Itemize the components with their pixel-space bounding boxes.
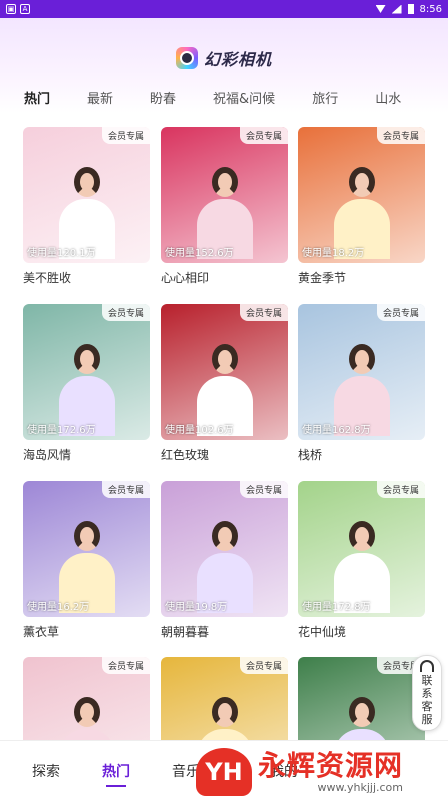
template-thumbnail: 会员专属使用量152.6万 xyxy=(161,127,288,263)
usage-count: 使用量102.6万 xyxy=(165,425,234,436)
app-name: 幻彩相机 xyxy=(203,50,272,69)
portrait-head xyxy=(73,167,100,197)
template-card[interactable]: 会员专属使用量172.6万海岛风情 xyxy=(23,304,150,463)
nav-item-1[interactable]: 热门 xyxy=(102,761,130,787)
usage-count: 使用量162.8万 xyxy=(302,425,371,436)
template-title: 海岛风情 xyxy=(23,448,72,462)
watermark-text: 永辉资源网 xyxy=(258,748,404,782)
template-title: 薰衣草 xyxy=(23,625,60,639)
wifi-icon xyxy=(375,5,386,13)
template-thumbnail: 会员专属使用量172.6万 xyxy=(23,304,150,440)
camera-logo-icon xyxy=(175,47,198,69)
template-card[interactable]: 会员专属使用量172.8万花中仙境 xyxy=(298,481,425,640)
tab-0[interactable]: 热门 xyxy=(24,88,51,108)
member-badge: 会员专属 xyxy=(376,481,425,498)
nav-item-0[interactable]: 探索 xyxy=(32,761,60,781)
watermark-url: www.yhkjjj.com xyxy=(317,780,404,794)
template-thumbnail: 会员专属使用量16.2万 xyxy=(23,481,150,617)
status-bar: ▣ A 8:56 xyxy=(0,0,448,18)
member-badge: 会员专属 xyxy=(101,481,150,498)
template-thumbnail: 会员专属使用量120.1万 xyxy=(23,127,150,263)
template-thumbnail: 会员专属使用量162.8万 xyxy=(298,304,425,440)
member-badge: 会员专属 xyxy=(376,127,425,144)
portrait-head xyxy=(211,697,238,727)
portrait-head xyxy=(211,521,238,551)
template-thumbnail: 会员专属使用量19.8万 xyxy=(161,481,288,617)
template-thumbnail: 会员专属使用量18.2万 xyxy=(298,127,425,263)
template-card[interactable]: 会员专属使用量120.1万美不胜收 xyxy=(23,127,150,286)
template-title: 黄金季节 xyxy=(298,271,347,285)
watermark-logo: YH xyxy=(196,748,252,796)
customer-service-label: 联系客服 xyxy=(421,674,433,726)
usage-count: 使用量120.1万 xyxy=(27,248,96,259)
member-badge: 会员专属 xyxy=(239,481,288,498)
member-badge: 会员专属 xyxy=(239,304,288,321)
template-card[interactable]: 会员专属使用量16.2万薰衣草 xyxy=(23,481,150,640)
template-card[interactable]: 会员专属使用量102.6万红色玫瑰 xyxy=(161,304,288,463)
category-tabs: 热门 最新 盼春 祝福&问候 旅行 山水 xyxy=(0,86,448,108)
member-badge: 会员专属 xyxy=(101,127,150,144)
template-card[interactable]: 会员专属使用量162.8万栈桥 xyxy=(298,304,425,463)
portrait-head xyxy=(211,344,238,374)
portrait-head xyxy=(348,697,375,727)
portrait-head xyxy=(211,167,238,197)
tab-2[interactable]: 盼春 xyxy=(150,88,176,107)
notification-icon: ▣ xyxy=(6,4,16,14)
template-title: 红色玫瑰 xyxy=(161,448,210,462)
template-thumbnail: 会员专属使用量172.8万 xyxy=(298,481,425,617)
member-badge: 会员专属 xyxy=(101,657,150,674)
signal-icon xyxy=(391,4,402,14)
usage-count: 使用量18.2万 xyxy=(302,248,365,259)
usage-count: 使用量16.2万 xyxy=(27,602,90,613)
template-title: 朝朝暮暮 xyxy=(161,625,210,639)
customer-service-button[interactable]: 联系客服 xyxy=(412,655,442,731)
app-notification-icon: A xyxy=(20,4,30,14)
tab-4[interactable]: 旅行 xyxy=(312,88,338,107)
template-card[interactable]: 会员专属使用量18.2万黄金季节 xyxy=(298,127,425,286)
status-time: 8:56 xyxy=(419,3,442,15)
usage-count: 使用量152.6万 xyxy=(165,248,234,259)
usage-count: 使用量172.6万 xyxy=(27,425,96,436)
tab-1[interactable]: 最新 xyxy=(87,88,113,107)
template-thumbnail: 会员专属使用量102.6万 xyxy=(161,304,288,440)
member-badge: 会员专属 xyxy=(376,304,425,321)
template-title: 花中仙境 xyxy=(298,625,347,639)
headset-icon xyxy=(420,660,434,672)
usage-count: 使用量19.8万 xyxy=(165,602,228,613)
template-title: 美不胜收 xyxy=(23,271,72,285)
status-icons-right: 8:56 xyxy=(375,3,442,15)
member-badge: 会员专属 xyxy=(239,127,288,144)
battery-icon xyxy=(407,4,414,14)
template-card[interactable]: 会员专属使用量152.6万心心相印 xyxy=(161,127,288,286)
member-badge: 会员专属 xyxy=(239,657,288,674)
usage-count: 使用量172.8万 xyxy=(302,602,371,613)
portrait-head xyxy=(73,344,100,374)
template-title: 栈桥 xyxy=(298,448,323,462)
portrait-head xyxy=(348,521,375,551)
portrait-head xyxy=(348,167,375,197)
template-card[interactable]: 会员专属使用量19.8万朝朝暮暮 xyxy=(161,481,288,640)
portrait-head xyxy=(348,344,375,374)
portrait-head xyxy=(73,697,100,727)
tab-5[interactable]: 山水 xyxy=(375,88,401,107)
template-title: 心心相印 xyxy=(161,271,210,285)
tab-3[interactable]: 祝福&问候 xyxy=(213,88,275,107)
watermark: YH 永辉资源网 www.yhkjjj.com xyxy=(196,748,403,796)
app-title: 幻彩相机 xyxy=(0,46,448,70)
status-icons-left: ▣ A xyxy=(6,4,30,14)
portrait-head xyxy=(73,521,100,551)
member-badge: 会员专属 xyxy=(101,304,150,321)
